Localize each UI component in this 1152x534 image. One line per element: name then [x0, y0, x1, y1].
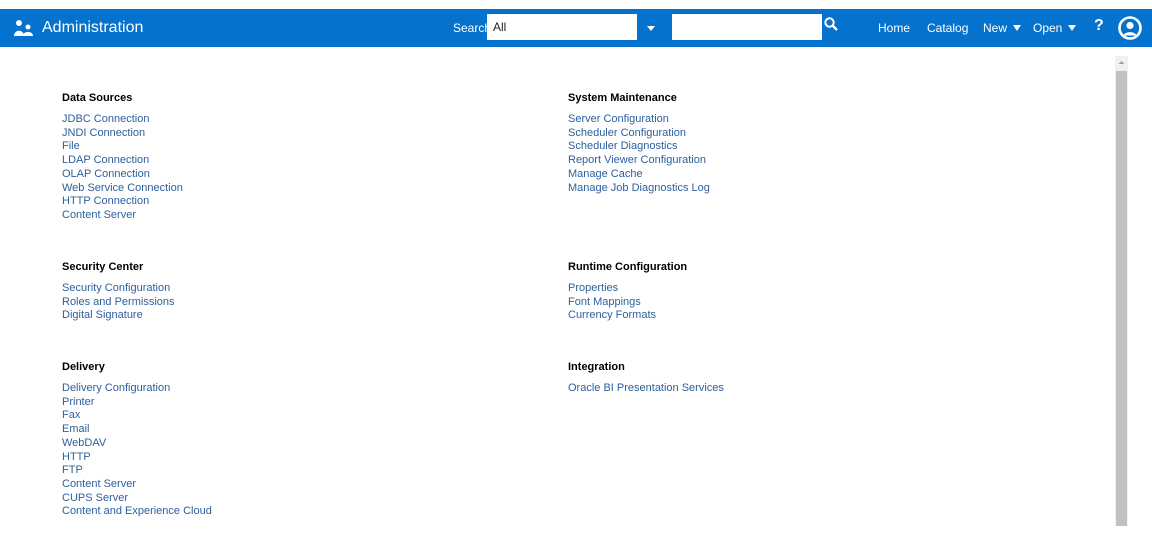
section-system-maintenance: System Maintenance Server Configuration S… [568, 92, 710, 195]
section-title: Integration [568, 361, 625, 373]
admin-link[interactable]: Scheduler Configuration [568, 127, 710, 141]
admin-link[interactable]: Delivery Configuration [62, 382, 212, 396]
section-title: System Maintenance [568, 92, 677, 104]
search-label: Search [453, 21, 492, 35]
admin-link[interactable]: Digital Signature [62, 309, 175, 323]
section-title: Runtime Configuration [568, 261, 688, 273]
link-list: Delivery Configuration Printer Fax Email Web… [62, 382, 212, 519]
admin-link[interactable]: Report Viewer Configuration [568, 154, 710, 168]
admin-link[interactable]: Content and Experience Cloud [62, 505, 212, 519]
admin-link[interactable]: Email [62, 423, 212, 437]
home-link[interactable]: Home [878, 21, 910, 35]
admin-link[interactable]: Fax [62, 409, 212, 423]
admin-link[interactable]: Content Server [62, 209, 183, 223]
search-input[interactable] [672, 14, 822, 40]
admin-link[interactable]: Oracle BI Presentation Services [568, 382, 724, 396]
search-scope-select[interactable]: All [487, 14, 637, 40]
scrollbar-thumb[interactable] [1116, 71, 1127, 526]
open-label: Open [1033, 21, 1063, 35]
app-title: Administration [42, 19, 144, 36]
admin-link[interactable]: JDBC Connection [62, 113, 183, 127]
admin-link[interactable]: JNDI Connection [62, 127, 183, 141]
link-list: Security Configuration Roles and Permissi… [62, 282, 175, 323]
admin-link[interactable]: HTTP Connection [62, 195, 183, 209]
header-bar: Administration Search All Home Catalog N… [0, 9, 1152, 47]
section-title: Security Center [62, 261, 144, 273]
admin-link[interactable]: Manage Cache [568, 168, 710, 182]
chevron-down-icon[interactable] [640, 19, 662, 37]
admin-link[interactable]: Printer [62, 396, 212, 410]
admin-link[interactable]: Font Mappings [568, 296, 687, 310]
vertical-scrollbar[interactable] [1115, 56, 1128, 526]
section-runtime-configuration: Runtime Configuration Properties Font Map… [568, 261, 687, 323]
admin-link[interactable]: OLAP Connection [62, 168, 183, 182]
admin-link[interactable]: CUPS Server [62, 492, 212, 506]
link-list: Server Configuration Scheduler Configurat… [568, 113, 710, 195]
home-label: Home [878, 21, 911, 35]
admin-people-icon [14, 20, 33, 36]
admin-link[interactable]: Server Configuration [568, 113, 710, 127]
search-icon[interactable] [823, 14, 841, 36]
catalog-link[interactable]: Catalog [927, 21, 968, 35]
section-title: Data Sources [62, 92, 133, 104]
admin-link[interactable]: Properties [568, 282, 687, 296]
caret-down-icon [1013, 25, 1022, 31]
admin-link[interactable]: Content Server [62, 478, 212, 492]
section-delivery: Delivery Delivery Configuration Printer Fa… [62, 361, 212, 519]
section-title: Delivery [62, 361, 105, 373]
new-label: New [983, 21, 1008, 35]
section-integration: Integration Oracle BI Presentation Servi… [568, 361, 724, 396]
admin-link[interactable]: Web Service Connection [62, 182, 183, 196]
admin-link[interactable]: Currency Formats [568, 309, 687, 323]
catalog-label: Catalog [927, 21, 969, 35]
link-list: Oracle BI Presentation Services [568, 382, 724, 396]
new-menu[interactable]: New [983, 21, 1022, 35]
section-data-sources: Data Sources JDBC Connection JNDI Connect… [62, 92, 183, 223]
caret-down-icon [1068, 25, 1077, 31]
admin-link[interactable]: Security Configuration [62, 282, 175, 296]
admin-link[interactable]: Scheduler Diagnostics [568, 140, 710, 154]
admin-link[interactable]: File [62, 140, 183, 154]
user-avatar-icon[interactable] [1118, 16, 1142, 40]
admin-link[interactable]: LDAP Connection [62, 154, 183, 168]
admin-link[interactable]: WebDAV [62, 437, 212, 451]
link-list: JDBC Connection JNDI Connection File LDAP C… [62, 113, 183, 223]
admin-link[interactable]: Roles and Permissions [62, 296, 175, 310]
scroll-up-arrow-icon[interactable] [1115, 56, 1128, 69]
link-list: Properties Font Mappings Currency Formats [568, 282, 687, 323]
section-security-center: Security Center Security Configuration Ro… [62, 261, 175, 323]
admin-link[interactable]: Manage Job Diagnostics Log [568, 182, 710, 196]
help-icon[interactable]: ? [1094, 16, 1104, 36]
admin-link[interactable]: FTP [62, 464, 212, 478]
admin-link[interactable]: HTTP [62, 451, 212, 465]
open-menu[interactable]: Open [1033, 21, 1077, 35]
